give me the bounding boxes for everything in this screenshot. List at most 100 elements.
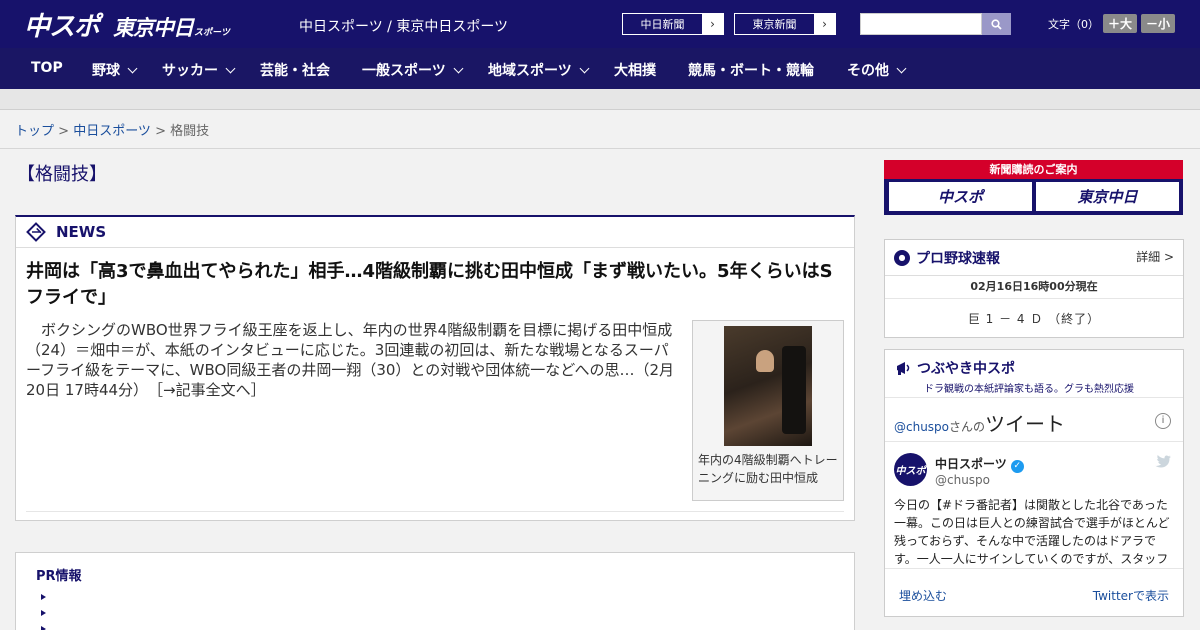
news-divider [26, 511, 844, 512]
chunichi-shimbun-button[interactable]: 中日新聞 › [622, 13, 724, 35]
nav-item-other[interactable]: その他 [847, 60, 907, 80]
logo-chuspo: 中スポ [24, 11, 100, 41]
baseball-score[interactable]: 巨 1 － 4 Ｄ （終了） [885, 310, 1183, 327]
search-form [860, 13, 1011, 35]
font-size-control: 文字（0） ＋大 －小 [1048, 14, 1176, 33]
article-photo[interactable]: 年内の4階級制覇へトレーニングに励む田中恒成 [692, 320, 844, 501]
nav-label: 芸能・社会 [260, 63, 330, 79]
breadcrumb-separator: > [54, 124, 74, 139]
nav-item-entertainment[interactable]: 芸能・社会 [260, 60, 330, 80]
chevron-down-icon [579, 63, 590, 73]
avatar[interactable]: 中スポ [894, 453, 927, 486]
chevron-right-icon: › [702, 14, 723, 34]
nav-label: 競馬・ボート・競輪 [688, 63, 814, 79]
nav-item-racing[interactable]: 競馬・ボート・競輪 [688, 60, 814, 80]
main-nav: TOP 野球 サッカー 芸能・社会 一般スポーツ 地域スポーツ 大相撲 競馬・ボ… [0, 48, 1200, 89]
photo-punching-bag [782, 346, 806, 434]
twitter-widget: つぶやき中スポ ドラ観戦の本紙評論家も語る。グラも熱烈応援 @chuspo さんの… [884, 349, 1184, 617]
nav-label: 野球 [92, 63, 120, 79]
nav-item-general-sports[interactable]: 一般スポーツ [362, 60, 464, 80]
subscribe-tokyo-button[interactable]: 東京中日 [1036, 182, 1179, 211]
search-input[interactable] [860, 13, 982, 35]
chevron-down-icon [225, 63, 236, 73]
photo-caption: 年内の4階級制覇へトレーニングに励む田中恒成 [698, 453, 838, 485]
pr-title: PR情報 [36, 569, 82, 584]
subscribe-chuspo-button[interactable]: 中スポ [889, 182, 1032, 211]
baseball-detail-link[interactable]: 詳細 > [1136, 248, 1174, 265]
pr-link-arrow-icon[interactable] [41, 610, 46, 616]
twitter-widget-subtitle: ドラ観戦の本紙評論家も語る。グラも熱烈応援 [924, 384, 1134, 395]
news-header: NEWS [16, 217, 854, 248]
tweet-embed-link[interactable]: 埋め込む [899, 587, 947, 604]
chevron-down-icon [896, 63, 907, 73]
pr-link-arrow-icon[interactable] [41, 626, 46, 630]
top-header: 中スポ 東京中日 スポーツ 中日スポーツ / 東京中日スポーツ 中日新聞 › 東… [0, 0, 1200, 48]
page-title: 【格闘技】 [17, 164, 107, 185]
tweet-divider [885, 441, 1183, 442]
nav-item-local-sports[interactable]: 地域スポーツ [488, 60, 590, 80]
nav-label: 一般スポーツ [362, 63, 446, 79]
logo-sports: スポーツ [194, 28, 230, 38]
font-larger-button[interactable]: ＋大 [1103, 14, 1138, 33]
chunichi-shimbun-label: 中日新聞 [640, 18, 685, 31]
chevron-right-icon: › [814, 14, 835, 34]
nav-label: 地域スポーツ [488, 63, 572, 79]
tweet-account-link[interactable]: @chuspo [894, 420, 949, 434]
breadcrumb-top-link[interactable]: トップ [15, 124, 54, 139]
nav-label: その他 [847, 63, 889, 79]
tweet-text: 今日の【#ドラ番記者】は関散とした北谷であった一幕。この日は巨人との練習試合で選… [894, 498, 1170, 566]
tweet-author-handle[interactable]: @chuspo [935, 473, 990, 487]
article-headline[interactable]: 井岡は「高3で鼻血出てやられた」相手…4階級制覇に挑む田中恒成「まず戦いたい。5… [26, 259, 846, 311]
news-box: NEWS 井岡は「高3で鼻血出てやられた」相手…4階級制覇に挑む田中恒成「まず戦… [15, 215, 855, 521]
nav-item-top[interactable]: TOP [31, 60, 63, 76]
logo-tokyo-chunichi: 東京中日 [113, 17, 194, 40]
baseball-title: プロ野球速報 [916, 250, 1000, 267]
news-tag-icon [26, 222, 46, 242]
subscription-banner[interactable]: 新聞購読のご案内 中スポ 東京中日 [884, 160, 1183, 215]
search-icon [991, 18, 1002, 30]
baseball-scores-widget: ● プロ野球速報 詳細 > 02月16日16時00分現在 巨 1 － 4 Ｄ （… [884, 239, 1184, 338]
search-button[interactable] [982, 13, 1011, 35]
sub-nav-bar [0, 89, 1200, 110]
nav-label: サッカー [162, 63, 218, 79]
nav-label: TOP [31, 60, 63, 76]
news-label: NEWS [56, 223, 107, 241]
tweet-footer: 埋め込む Twitterで表示 [885, 568, 1183, 616]
view-on-twitter-link[interactable]: Twitterで表示 [1093, 587, 1169, 604]
chevron-down-icon [453, 63, 464, 73]
font-smaller-button[interactable]: －小 [1141, 14, 1176, 33]
chevron-down-icon [127, 63, 138, 73]
tweet-timeline-title: @chuspo さんの ツイート [894, 408, 1065, 437]
twitter-bird-icon[interactable] [1155, 455, 1171, 468]
font-size-label: 文字（0） [1048, 17, 1099, 31]
tokyo-shimbun-button[interactable]: 東京新聞 › [734, 13, 836, 35]
tweet-word: ツイート [985, 412, 1066, 436]
article-lead: ボクシングのWBO世界フライ級王座を返上し、年内の世界4階級制覇を目標に掲げる田… [26, 321, 675, 399]
breadcrumb: トップ > 中日スポーツ > 格闘技 [0, 110, 1200, 149]
verified-badge-icon: ✓ [1010, 460, 1024, 473]
twitter-header: つぶやき中スポ ドラ観戦の本紙評論家も語る。グラも熱烈応援 [885, 350, 1183, 398]
tweet-author[interactable]: 中日スポーツ ✓ [935, 455, 1024, 473]
nav-label: 大相撲 [614, 63, 656, 79]
site-logo[interactable]: 中スポ 東京中日 スポーツ [24, 6, 230, 43]
baseball-timestamp: 02月16日16時00分現在 [885, 276, 1183, 299]
tweet-author-name: 中日スポーツ [935, 457, 1007, 471]
nav-item-sumo[interactable]: 大相撲 [614, 60, 656, 80]
tokyo-shimbun-label: 東京新聞 [752, 18, 797, 31]
megaphone-icon [897, 362, 910, 375]
pr-link-arrow-icon[interactable] [41, 594, 46, 600]
tweet-handle-suffix: さんの [949, 420, 986, 434]
nav-item-soccer[interactable]: サッカー [162, 60, 236, 80]
info-icon[interactable]: i [1155, 413, 1171, 429]
breadcrumb-section-link[interactable]: 中日スポーツ [73, 124, 151, 139]
photo-image [724, 326, 812, 446]
twitter-widget-title: つぶやき中スポ [917, 361, 1015, 377]
breadcrumb-current: 格闘技 [170, 124, 210, 139]
breadcrumb-separator: > [150, 124, 171, 139]
site-links[interactable]: 中日スポーツ / 東京中日スポーツ [299, 16, 508, 36]
nav-item-baseball[interactable]: 野球 [92, 60, 138, 80]
baseball-icon: ● [894, 249, 910, 266]
photo-figure [756, 350, 774, 372]
pr-box: PR情報 [15, 552, 855, 630]
subscription-title: 新聞購読のご案内 [989, 163, 1078, 176]
